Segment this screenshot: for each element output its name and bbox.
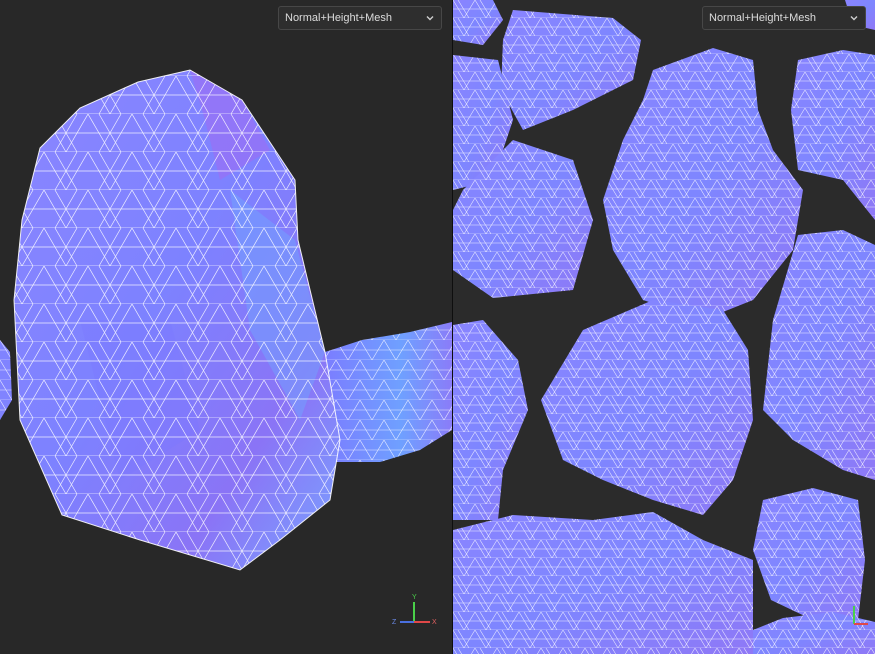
chevron-down-icon (426, 16, 434, 21)
axis-gizmo (832, 596, 875, 626)
viewport-3d[interactable]: Normal+Height+Mesh Y Z X (0, 0, 452, 654)
view-mode-select[interactable]: Normal+Height+Mesh (702, 6, 866, 30)
axis-x-label: X (432, 619, 437, 626)
axis-z-label: Z (392, 619, 397, 626)
viewport-layout: Normal+Height+Mesh Y Z X Normal+Height+M… (0, 0, 875, 654)
view-mode-label: Normal+Height+Mesh (285, 12, 392, 24)
texture-preview-2d[interactable] (453, 0, 875, 654)
axis-gizmo: Y Z X (392, 594, 437, 626)
view-mode-select[interactable]: Normal+Height+Mesh (278, 6, 442, 30)
chevron-down-icon (850, 16, 858, 21)
axis-y-label: Y (412, 594, 417, 601)
mesh-preview-3d[interactable] (0, 0, 452, 654)
axis-gizmo-icon (853, 606, 868, 625)
viewport-2d[interactable]: Normal+Height+Mesh (453, 0, 875, 654)
view-mode-label: Normal+Height+Mesh (709, 12, 816, 24)
stone-tiles (453, 0, 875, 654)
